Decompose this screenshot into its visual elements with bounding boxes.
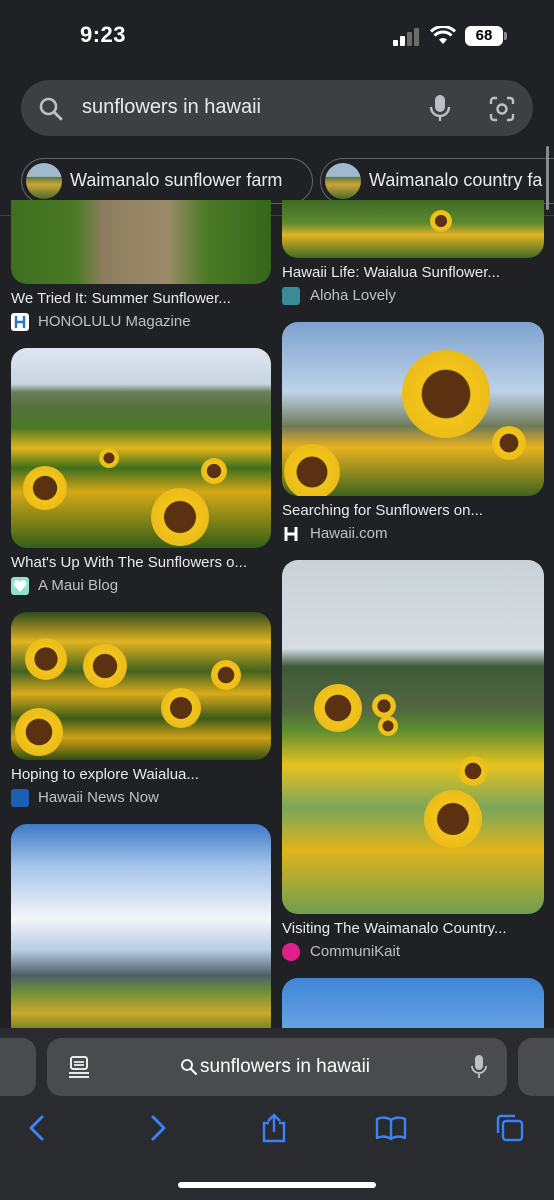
chip-thumbnail bbox=[325, 163, 361, 199]
chip-waimanalo-sunflower-farm[interactable]: Waimanalo sunflower farm bbox=[21, 158, 313, 204]
result-caption[interactable]: We Tried It: Summer Sunflower... bbox=[11, 290, 271, 307]
hawaii-com-favicon bbox=[282, 525, 300, 543]
bookmarks-icon[interactable] bbox=[375, 1112, 407, 1144]
result-caption[interactable]: What's Up With The Sunflowers o... bbox=[11, 554, 271, 571]
reader-icon[interactable] bbox=[68, 1055, 90, 1079]
hawaii-news-now-favicon bbox=[11, 789, 29, 807]
forward-icon[interactable] bbox=[141, 1112, 173, 1144]
result-image[interactable] bbox=[11, 824, 271, 1034]
chip-waimanalo-country[interactable]: Waimanalo country fa bbox=[320, 158, 554, 204]
search-icon bbox=[39, 97, 63, 121]
result-source[interactable]: CommuniKait bbox=[310, 943, 400, 960]
result-source[interactable]: HONOLULU Magazine bbox=[38, 313, 191, 330]
chip-label: Waimanalo sunflower farm bbox=[70, 170, 283, 190]
status-time: 9:23 bbox=[80, 22, 127, 47]
battery-tip bbox=[504, 32, 507, 40]
scrollbar[interactable] bbox=[546, 146, 549, 210]
result-source[interactable]: A Maui Blog bbox=[38, 577, 118, 594]
home-indicator[interactable] bbox=[178, 1182, 376, 1188]
chip-thumbnail bbox=[26, 163, 62, 199]
result-caption[interactable]: Visiting The Waimanalo Country... bbox=[282, 920, 544, 937]
cellular-signal-icon bbox=[393, 28, 423, 46]
result-image[interactable] bbox=[282, 560, 544, 914]
search-icon bbox=[181, 1059, 197, 1075]
address-bar-text[interactable]: sunflowers in hawaii bbox=[200, 1056, 370, 1078]
aloha-lovely-favicon bbox=[282, 287, 300, 305]
mic-icon[interactable] bbox=[429, 94, 451, 122]
maui-blog-favicon bbox=[11, 577, 29, 595]
result-image[interactable] bbox=[282, 978, 544, 1034]
communikait-favicon bbox=[282, 943, 300, 961]
tabs-icon[interactable] bbox=[494, 1112, 526, 1144]
next-tab-peek[interactable] bbox=[518, 1038, 554, 1096]
result-image[interactable] bbox=[11, 200, 271, 284]
result-source[interactable]: Hawaii News Now bbox=[38, 789, 159, 806]
result-image[interactable] bbox=[282, 200, 544, 258]
mic-icon[interactable] bbox=[470, 1054, 488, 1080]
result-source[interactable]: Aloha Lovely bbox=[310, 287, 396, 304]
lens-icon[interactable] bbox=[488, 95, 516, 123]
search-input[interactable]: sunflowers in hawaii bbox=[82, 96, 261, 119]
back-icon[interactable] bbox=[22, 1112, 54, 1144]
result-image[interactable] bbox=[282, 322, 544, 496]
previous-tab-peek[interactable] bbox=[0, 1038, 36, 1096]
result-image[interactable] bbox=[11, 612, 271, 760]
wifi-icon bbox=[430, 26, 456, 44]
honolulu-magazine-favicon bbox=[11, 313, 29, 331]
result-caption[interactable]: Searching for Sunflowers on... bbox=[282, 502, 544, 519]
result-caption[interactable]: Hoping to explore Waialua... bbox=[11, 766, 271, 783]
result-caption[interactable]: Hawaii Life: Waialua Sunflower... bbox=[282, 264, 544, 281]
chip-label: Waimanalo country fa bbox=[369, 170, 543, 190]
result-source[interactable]: Hawaii.com bbox=[310, 525, 388, 542]
result-image[interactable] bbox=[11, 348, 271, 548]
share-icon[interactable] bbox=[258, 1112, 290, 1144]
battery-indicator: 68 bbox=[465, 26, 503, 46]
